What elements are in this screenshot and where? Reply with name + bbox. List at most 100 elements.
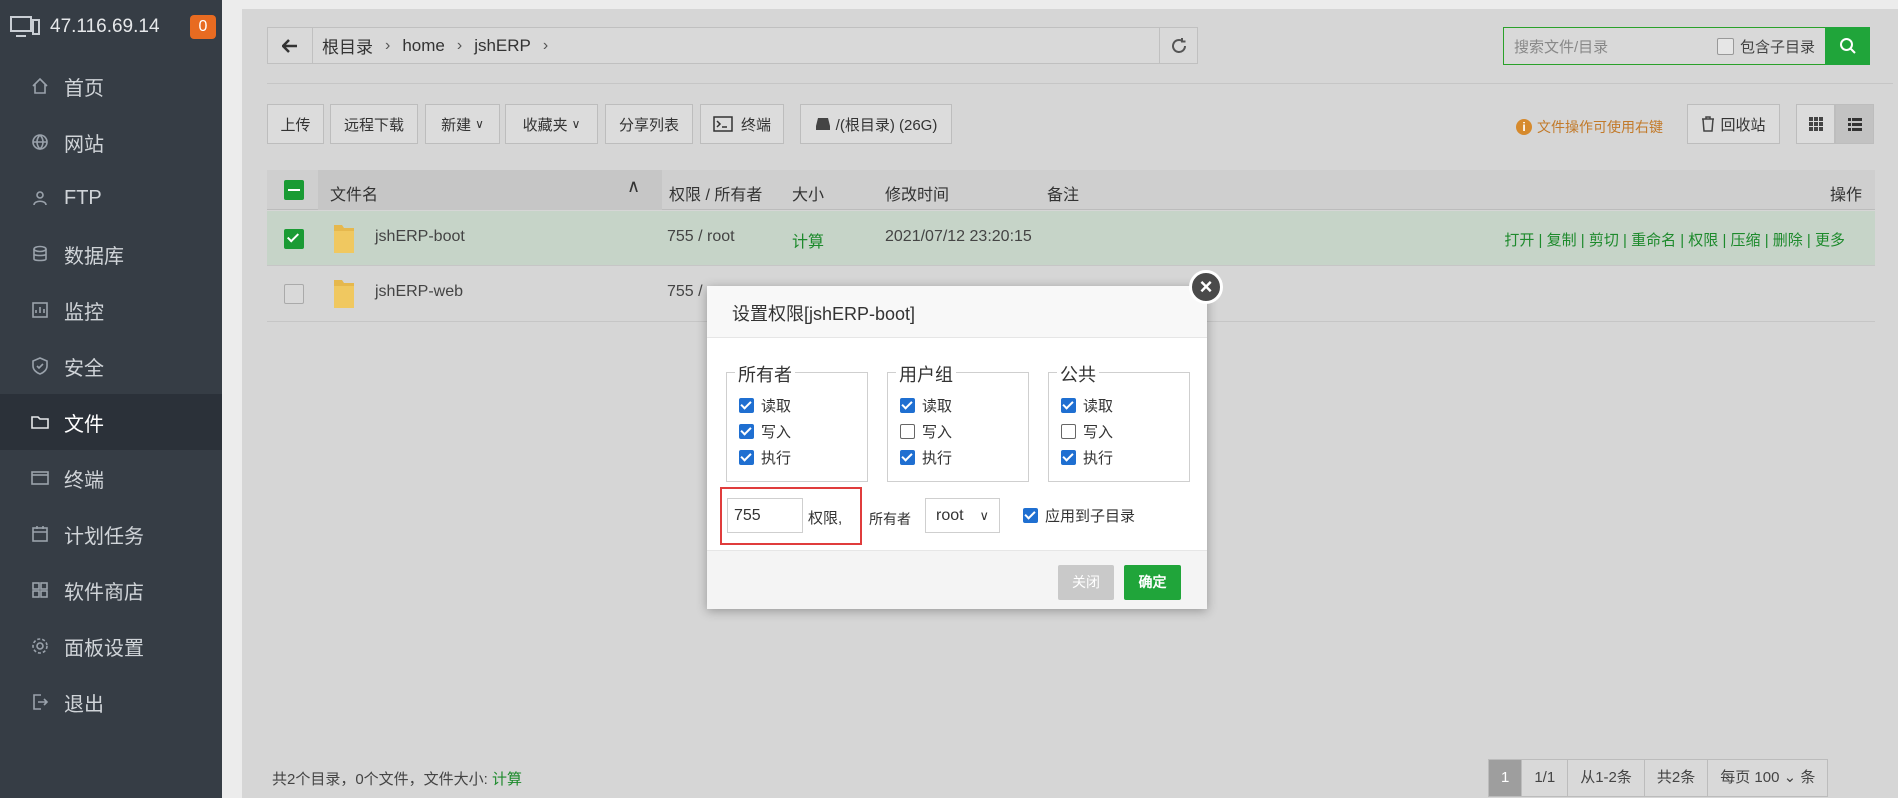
search-button[interactable]	[1825, 27, 1870, 65]
sidebar-item-logout[interactable]: 退出	[0, 674, 222, 730]
share-list-button[interactable]: 分享列表	[605, 104, 693, 144]
info-icon: i	[1516, 119, 1532, 135]
list-view-button[interactable]	[1835, 104, 1874, 144]
sidebar-item-label: FTP	[64, 186, 102, 209]
file-mtime: 2021/07/12 23:20:15	[885, 228, 1032, 245]
favorites-button[interactable]: 收藏夹 ∨	[505, 104, 598, 144]
sidebar-item-appstore[interactable]: 软件商店	[0, 562, 222, 618]
footer-calc-link[interactable]: 计算	[492, 771, 522, 788]
arrow-left-icon	[282, 38, 297, 53]
owner-select[interactable]: root ∨	[925, 498, 1000, 533]
select-all-checkbox[interactable]	[284, 180, 304, 200]
path-bar: 根目录 › home › jshERP ›	[267, 27, 1198, 64]
sidebar-item-label: 网站	[64, 133, 104, 156]
sidebar-item-cron[interactable]: 计划任务	[0, 506, 222, 562]
sidebar-item-files[interactable]: 文件	[0, 394, 222, 450]
search-input[interactable]: 搜索文件/目录	[1514, 36, 1717, 57]
perm-number-input[interactable]: 755	[727, 498, 803, 533]
apply-subdir-checkbox[interactable]: 应用到子目录	[1023, 505, 1135, 526]
row-actions[interactable]: 打开 | 复制 | 剪切 | 重命名 | 权限 | 压缩 | 删除 | 更多	[1504, 229, 1845, 250]
group-read-checkbox[interactable]: 读取	[900, 395, 952, 416]
include-subdir-label: 包含子目录	[1739, 38, 1815, 56]
group-perm-group: 用户组 读取 写入 执行	[887, 361, 1029, 482]
per-page-select[interactable]: 每页 100 ⌄ 条	[1708, 760, 1827, 796]
file-name[interactable]: jshERP-boot	[375, 228, 465, 246]
refresh-button[interactable]	[1159, 28, 1197, 63]
col-name[interactable]: 文件名	[330, 181, 378, 205]
file-size[interactable]: 计算	[792, 228, 824, 252]
folder-icon	[334, 280, 354, 308]
remote-download-button[interactable]: 远程下载	[330, 104, 418, 144]
file-perm[interactable]: 755 / root	[667, 228, 735, 246]
crumb-root[interactable]: 根目录	[322, 33, 373, 58]
gear-icon	[32, 638, 48, 654]
owner-read-checkbox[interactable]: 读取	[739, 395, 791, 416]
group-exec-checkbox[interactable]: 执行	[900, 447, 952, 468]
recycle-bin-button[interactable]: 回收站	[1687, 104, 1780, 144]
confirm-button[interactable]: 确定	[1124, 565, 1181, 600]
sidebar-item-label: 数据库	[64, 245, 124, 268]
table-row[interactable]: jshERP-boot 755 / root 计算 2021/07/12 23:…	[267, 211, 1875, 266]
include-subdir-checkbox[interactable]: 包含子目录	[1716, 36, 1815, 57]
perm-label: 权限,	[808, 510, 843, 527]
group-write-checkbox[interactable]: 写入	[900, 421, 952, 442]
dialog-title: 设置权限[jshERP-boot]	[707, 286, 1207, 338]
col-note: 备注	[1047, 187, 1080, 204]
chevron-right-icon: ›	[456, 36, 463, 54]
col-perm[interactable]: 权限 / 所有者	[669, 181, 762, 205]
close-button[interactable]: 关闭	[1058, 565, 1114, 600]
search-box: 搜索文件/目录 包含子目录	[1503, 27, 1870, 65]
sidebar-item-label: 文件	[64, 413, 104, 436]
sidebar-item-monitor[interactable]: 监控	[0, 282, 222, 338]
col-mtime[interactable]: 修改时间	[885, 181, 949, 205]
sidebar-item-security[interactable]: 安全	[0, 338, 222, 394]
terminal-button[interactable]: 终端	[700, 104, 784, 144]
back-button[interactable]	[268, 28, 313, 63]
group-legend: 用户组	[896, 361, 956, 387]
public-exec-checkbox[interactable]: 执行	[1061, 447, 1113, 468]
file-name[interactable]: jshERP-web	[375, 283, 463, 301]
pagination: 1 1/1 从1-2条 共2条 每页 100 ⌄ 条	[1488, 759, 1829, 797]
apps-icon	[32, 582, 48, 598]
sidebar-item-ftp[interactable]: FTP	[0, 170, 222, 226]
sidebar-item-label: 软件商店	[64, 581, 144, 604]
ftp-icon	[33, 191, 47, 206]
owner-write-checkbox[interactable]: 写入	[739, 421, 791, 442]
public-write-checkbox[interactable]: 写入	[1061, 421, 1113, 442]
sidebar-item-home[interactable]: 首页	[0, 58, 222, 114]
page-current[interactable]: 1	[1489, 760, 1523, 796]
close-icon[interactable]: ×	[1189, 270, 1223, 304]
sort-up-icon: ∧	[627, 176, 641, 196]
sidebar-item-database[interactable]: 数据库	[0, 226, 222, 282]
page-range: 从1-2条	[1568, 760, 1645, 796]
sidebar-item-website[interactable]: 网站	[0, 114, 222, 170]
sidebar-item-label: 面板设置	[64, 637, 144, 660]
sidebar-item-label: 退出	[64, 693, 104, 716]
checkbox[interactable]	[1716, 37, 1734, 55]
sidebar-item-label: 安全	[64, 357, 104, 380]
crumb-jsherp[interactable]: jshERP	[474, 36, 531, 56]
chevron-down-icon: ∨	[475, 117, 484, 131]
new-button[interactable]: 新建 ∨	[425, 104, 500, 144]
server-header: 47.116.69.14 0	[0, 0, 222, 54]
sidebar-item-settings[interactable]: 面板设置	[0, 618, 222, 674]
chevron-right-icon: ›	[542, 36, 549, 54]
upload-button[interactable]: 上传	[267, 104, 324, 144]
sidebar-item-label: 监控	[64, 301, 104, 324]
crumb-home[interactable]: home	[402, 36, 445, 56]
public-read-checkbox[interactable]: 读取	[1061, 395, 1113, 416]
home-icon	[32, 77, 48, 94]
folder-icon	[334, 225, 354, 253]
grid-view-button[interactable]	[1796, 104, 1835, 144]
notification-badge[interactable]: 0	[190, 15, 216, 39]
row-checkbox[interactable]	[284, 284, 304, 304]
main-panel: 根目录 › home › jshERP › 搜索文件/目录 包含子目录 上传 远程下载…	[222, 0, 1898, 798]
col-size[interactable]: 大小	[792, 181, 824, 205]
logout-icon	[33, 694, 49, 710]
row-checkbox[interactable]	[284, 229, 304, 249]
sidebar-item-terminal[interactable]: 终端	[0, 450, 222, 506]
disk-button[interactable]: /(根目录) (26G)	[800, 104, 952, 144]
owner-exec-checkbox[interactable]: 执行	[739, 447, 791, 468]
divider	[267, 83, 1893, 84]
file-perm[interactable]: 755 /	[667, 283, 703, 301]
